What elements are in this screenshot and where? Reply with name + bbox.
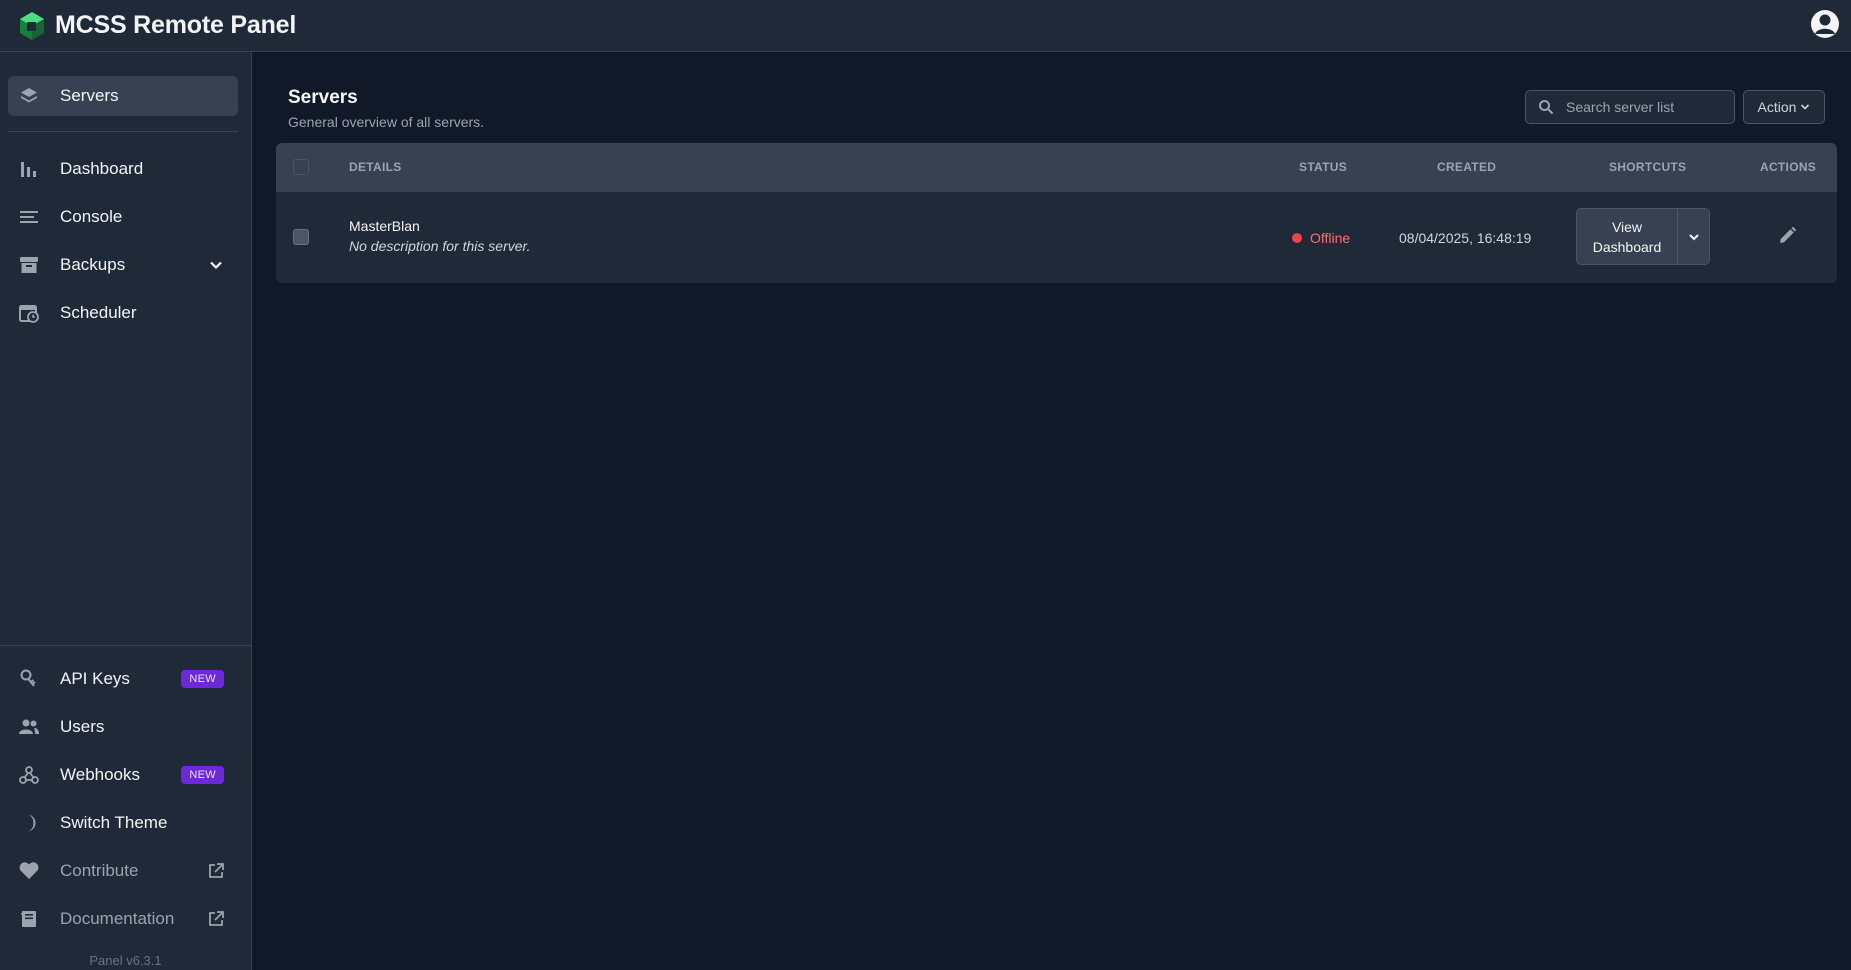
external-link-icon	[206, 861, 226, 881]
sidebar-item-label: Switch Theme	[60, 813, 168, 832]
sidebar-item-users[interactable]: Users	[8, 707, 238, 747]
archive-icon	[18, 254, 40, 276]
row-checkbox[interactable]	[293, 229, 309, 245]
sidebar-item-label: Scheduler	[60, 303, 137, 322]
chevron-down-icon	[1688, 233, 1699, 240]
pencil-icon	[1780, 226, 1797, 243]
new-badge: NEW	[181, 766, 224, 784]
table-header: DETAILS STATUS CREATED SHORTCUTS ACTIONS	[276, 143, 1837, 192]
edit-server-button[interactable]	[1776, 225, 1798, 247]
search-icon	[1539, 100, 1554, 115]
sidebar-item-servers[interactable]: Servers	[8, 76, 238, 116]
sidebar-item-label: Backups	[60, 255, 126, 274]
select-all-checkbox[interactable]	[293, 159, 309, 175]
sidebar-item-webhooks[interactable]: Webhooks NEW	[8, 755, 238, 795]
view-dashboard-button[interactable]: View Dashboard	[1577, 209, 1677, 264]
app-title: MCSS Remote Panel	[55, 11, 297, 39]
user-menu-button[interactable]	[1807, 6, 1843, 42]
sidebar-item-console[interactable]: Console	[8, 197, 238, 237]
sidebar-item-label: Contribute	[60, 861, 139, 880]
key-icon	[18, 668, 40, 690]
users-icon	[18, 716, 40, 738]
search-input[interactable]	[1566, 99, 1726, 115]
divider	[8, 131, 238, 132]
shortcut-split-button: View Dashboard	[1576, 208, 1710, 265]
divider	[0, 645, 251, 646]
sidebar-item-label: Webhooks	[60, 765, 141, 784]
webhook-icon	[18, 764, 40, 786]
server-description: No description for this server.	[349, 238, 531, 254]
app-version: Panel v6.3.1	[89, 953, 162, 968]
book-icon	[18, 908, 40, 930]
sidebar-item-api-keys[interactable]: API Keys NEW	[8, 659, 238, 699]
server-name[interactable]: MasterBlan	[349, 218, 420, 234]
heart-icon	[18, 860, 40, 882]
created-date: 08/04/2025, 16:48:19	[1399, 230, 1532, 246]
sidebar-item-documentation[interactable]: Documentation	[8, 899, 238, 939]
user-icon	[1811, 10, 1839, 38]
calendar-clock-icon	[18, 302, 40, 324]
column-status: STATUS	[1299, 160, 1348, 174]
sidebar-item-dashboard[interactable]: Dashboard	[8, 149, 238, 189]
moon-icon	[18, 812, 40, 834]
sidebar-item-backups[interactable]: Backups	[8, 245, 238, 285]
column-created: CREATED	[1437, 160, 1497, 174]
lines-icon	[18, 206, 40, 228]
page-title: Servers	[288, 87, 358, 108]
server-table: DETAILS STATUS CREATED SHORTCUTS ACTIONS…	[276, 143, 1837, 283]
status-badge: Offline	[1292, 230, 1350, 246]
mcss-logo-icon	[20, 11, 44, 40]
sidebar-item-label: Dashboard	[60, 159, 144, 178]
action-dropdown-button[interactable]: Action	[1743, 90, 1825, 124]
shortcut-dropdown-toggle[interactable]	[1677, 209, 1709, 264]
table-row[interactable]: MasterBlan No description for this serve…	[276, 192, 1837, 283]
sidebar-item-label: Documentation	[60, 909, 175, 928]
page-subtitle: General overview of all servers.	[288, 114, 485, 130]
sidebar-item-label: Servers	[60, 86, 119, 105]
sidebar-item-scheduler[interactable]: Scheduler	[8, 293, 238, 333]
search-box[interactable]	[1525, 90, 1735, 124]
status-dot-icon	[1292, 233, 1302, 243]
top-bar: MCSS Remote Panel	[0, 0, 1851, 52]
action-label: Action	[1757, 99, 1797, 115]
brand[interactable]: MCSS Remote Panel	[16, 10, 296, 42]
sidebar-item-label: API Keys	[60, 669, 130, 688]
column-shortcuts: SHORTCUTS	[1609, 160, 1687, 174]
bar-chart-icon	[18, 158, 40, 180]
external-link-icon	[206, 909, 226, 929]
sidebar-item-contribute[interactable]: Contribute	[8, 851, 238, 891]
column-actions: ACTIONS	[1760, 160, 1817, 174]
new-badge: NEW	[181, 670, 224, 688]
status-text: Offline	[1310, 230, 1351, 246]
layers-icon	[18, 85, 40, 107]
chevron-down-icon	[1801, 104, 1810, 110]
chevron-down-icon[interactable]	[206, 255, 226, 275]
sidebar: Servers Dashboard Console Backups Schedu…	[0, 52, 252, 970]
sidebar-item-switch-theme[interactable]: Switch Theme	[8, 803, 238, 843]
sidebar-item-label: Console	[60, 207, 123, 226]
sidebar-item-label: Users	[60, 717, 105, 736]
column-details: DETAILS	[349, 160, 402, 174]
